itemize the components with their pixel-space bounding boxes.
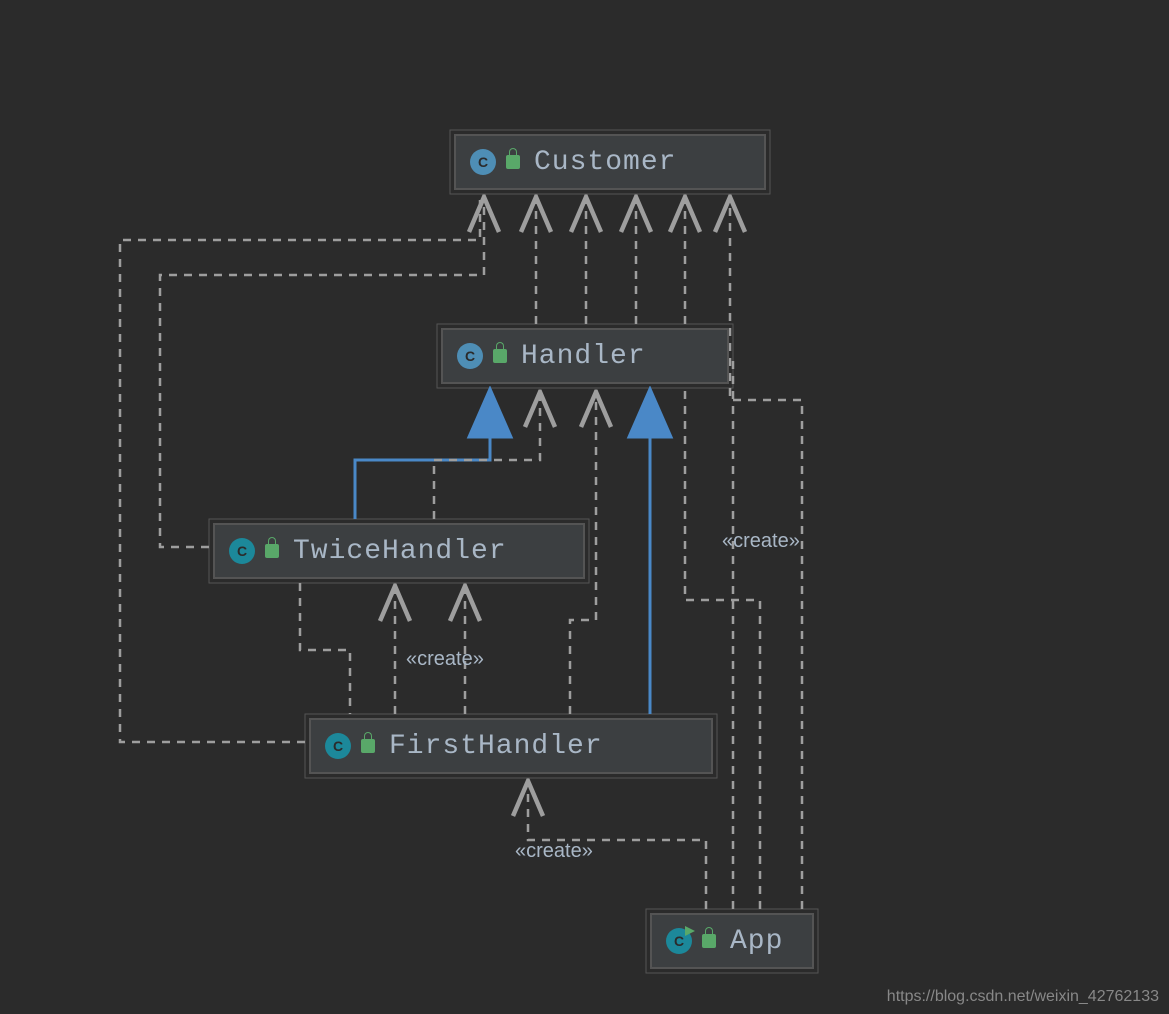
lock-icon bbox=[265, 544, 279, 558]
watermark: https://blog.csdn.net/weixin_42762133 bbox=[887, 988, 1159, 1006]
class-label: Customer bbox=[534, 147, 676, 178]
class-first-handler[interactable]: C FirstHandler bbox=[309, 718, 713, 774]
class-customer[interactable]: C Customer bbox=[454, 134, 766, 190]
class-icon: C bbox=[457, 343, 483, 369]
class-twice-handler[interactable]: C TwiceHandler bbox=[213, 523, 585, 579]
class-label: App bbox=[730, 926, 783, 957]
create-label-top: «create» bbox=[722, 530, 800, 553]
class-icon: C bbox=[470, 149, 496, 175]
class-app[interactable]: C App bbox=[650, 913, 814, 969]
class-handler[interactable]: C Handler bbox=[441, 328, 729, 384]
lock-icon bbox=[702, 934, 716, 948]
class-label: FirstHandler bbox=[389, 731, 603, 762]
create-label-mid: «create» bbox=[406, 648, 484, 671]
lock-icon bbox=[361, 739, 375, 753]
create-label-bottom: «create» bbox=[515, 840, 593, 863]
lock-icon bbox=[506, 155, 520, 169]
class-run-icon: C bbox=[666, 928, 692, 954]
class-icon: C bbox=[229, 538, 255, 564]
lock-icon bbox=[493, 349, 507, 363]
class-label: TwiceHandler bbox=[293, 536, 507, 567]
class-icon: C bbox=[325, 733, 351, 759]
class-label: Handler bbox=[521, 341, 646, 372]
